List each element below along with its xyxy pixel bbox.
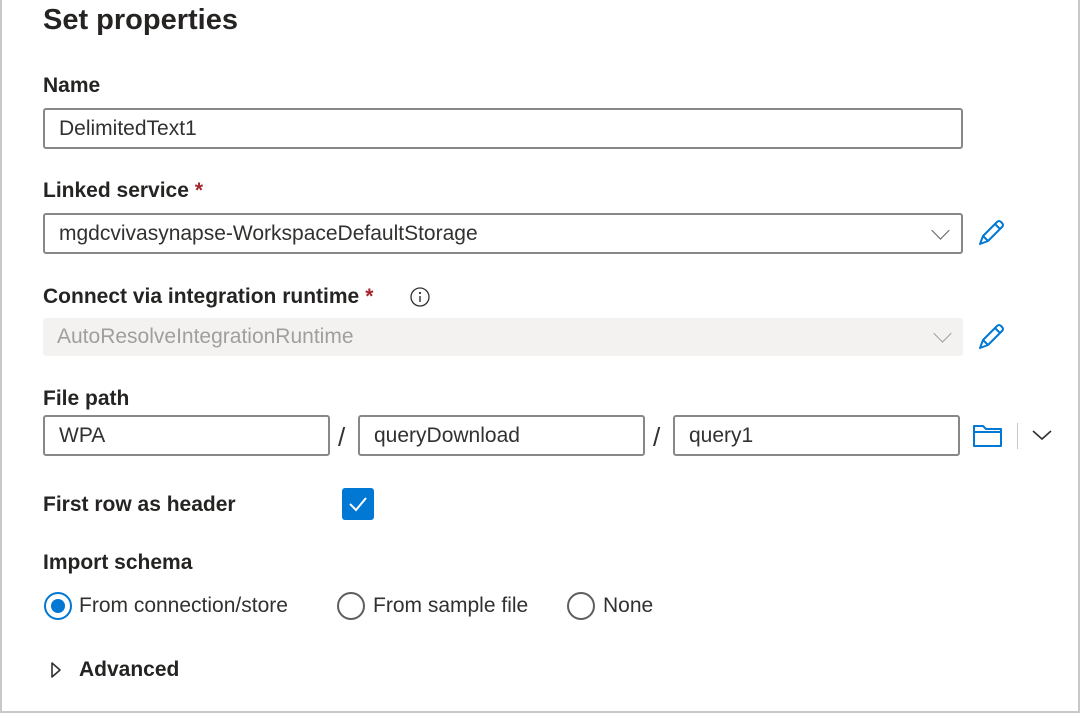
radio-from-connection-store[interactable] — [44, 592, 72, 620]
name-input[interactable]: DelimitedText1 — [43, 108, 963, 149]
chevron-down-icon — [933, 324, 952, 343]
path-separator: / — [338, 422, 346, 452]
chevron-down-icon[interactable] — [1031, 428, 1053, 442]
integration-runtime-value: AutoResolveIntegrationRuntime — [57, 325, 354, 348]
radio-label-from-sample-file[interactable]: From sample file — [373, 594, 528, 618]
edit-linked-service-pencil-icon[interactable] — [975, 217, 1007, 249]
first-row-header-label: First row as header — [43, 493, 236, 516]
name-input-value: DelimitedText1 — [59, 116, 197, 140]
advanced-toggle[interactable]: Advanced — [46, 658, 179, 682]
caret-right-icon — [51, 662, 61, 678]
file-path-file-input[interactable]: query1 — [673, 415, 960, 456]
first-row-header-checkbox[interactable] — [342, 488, 374, 520]
linked-service-dropdown[interactable]: mgdcvivasynapse-WorkspaceDefaultStorage — [43, 213, 963, 254]
checkmark-icon — [349, 497, 367, 512]
radio-label-none[interactable]: None — [603, 594, 653, 618]
edit-integration-runtime-pencil-icon[interactable] — [975, 321, 1007, 353]
file-path-label: File path — [43, 387, 130, 410]
integration-runtime-dropdown[interactable]: AutoResolveIntegrationRuntime — [43, 318, 963, 356]
toolbar-divider — [1017, 423, 1018, 449]
radio-from-sample-file[interactable] — [337, 592, 365, 620]
set-properties-panel: Set properties Name DelimitedText1 Linke… — [0, 0, 1080, 713]
info-icon[interactable] — [409, 286, 431, 308]
required-asterisk: * — [365, 285, 374, 308]
import-schema-label: Import schema — [43, 551, 193, 574]
chevron-down-icon — [931, 220, 950, 240]
linked-service-value: mgdcvivasynapse-WorkspaceDefaultStorage — [59, 221, 478, 245]
directory-value: queryDownload — [374, 423, 520, 447]
advanced-label: Advanced — [79, 658, 180, 681]
linked-service-label: Linked service * — [43, 179, 203, 203]
path-separator: / — [653, 422, 661, 452]
name-label: Name — [43, 74, 101, 97]
integration-runtime-label: Connect via integration runtime * — [43, 285, 373, 309]
browse-folder-icon[interactable] — [972, 423, 1004, 449]
integration-runtime-label-text: Connect via integration runtime — [43, 285, 360, 308]
container-value: WPA — [59, 423, 106, 447]
linked-service-label-text: Linked service — [43, 179, 189, 202]
radio-none[interactable] — [567, 592, 595, 620]
file-path-directory-input[interactable]: queryDownload — [358, 415, 645, 456]
file-path-container-input[interactable]: WPA — [43, 415, 330, 456]
required-asterisk: * — [194, 179, 204, 202]
radio-label-from-connection-store[interactable]: From connection/store — [79, 594, 288, 618]
file-value: query1 — [689, 423, 754, 447]
panel-title: Set properties — [43, 4, 238, 36]
